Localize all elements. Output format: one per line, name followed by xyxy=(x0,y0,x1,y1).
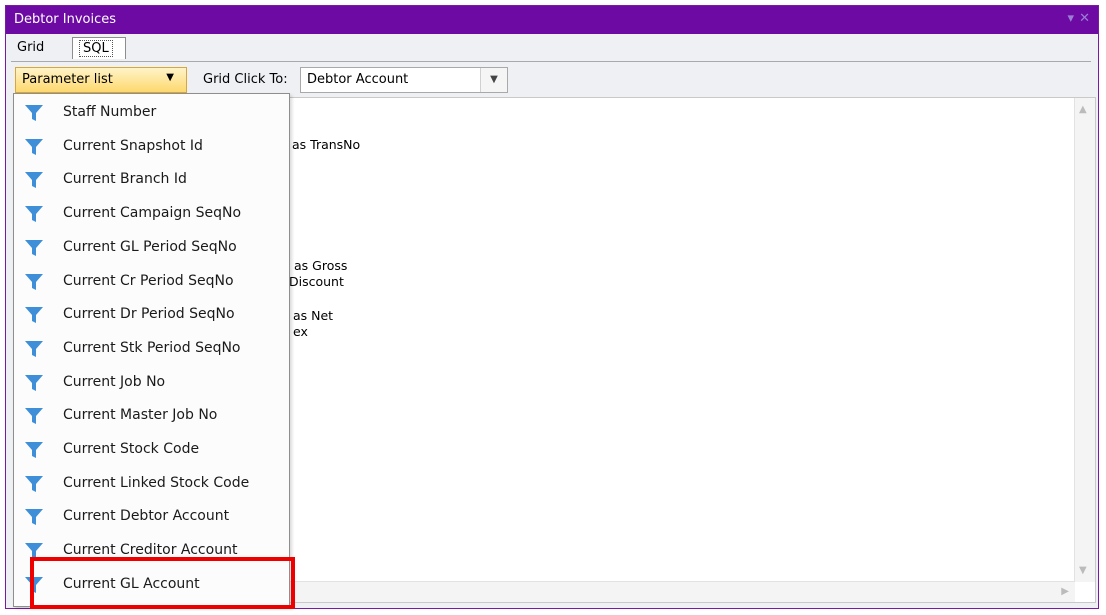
filter-icon xyxy=(25,105,43,121)
parameter-list-item-label: Current Campaign SeqNo xyxy=(63,205,242,222)
filter-icon xyxy=(25,442,43,458)
tab-sql[interactable]: SQL xyxy=(72,37,126,59)
parameter-list-item[interactable]: Current Campaign SeqNo xyxy=(14,196,289,230)
filter-icon xyxy=(25,340,43,357)
chevron-down-icon[interactable]: ▼ xyxy=(480,68,507,92)
filter-icon xyxy=(25,509,43,526)
parameter-list-item[interactable]: Staff Number xyxy=(14,95,289,129)
pin-dropdown-icon[interactable]: ▾ xyxy=(1067,11,1074,26)
parameter-list-item-label: Current Stock Code xyxy=(63,441,200,457)
sql-fragment: Discount xyxy=(289,274,344,289)
scroll-right-icon[interactable]: ▶ xyxy=(1061,586,1069,597)
parameter-list-dropdown: Staff Number Current Snapshot Id Current B… xyxy=(13,93,290,607)
parameter-list-item[interactable]: Current Master Job No xyxy=(14,398,289,432)
parameter-list-item[interactable]: Current GL Period SeqNo xyxy=(14,230,289,264)
vertical-scrollbar[interactable]: ▲ ▼ xyxy=(1074,98,1095,582)
parameter-list-item[interactable]: Current Stock Code xyxy=(14,432,289,466)
parameter-list-item-label: Current GL Period SeqNo xyxy=(63,238,237,255)
chevron-down-icon: ▼ xyxy=(166,72,174,83)
parameter-list-item[interactable]: Current Stk Period SeqNo xyxy=(14,331,289,365)
filter-icon xyxy=(25,475,43,492)
parameter-list-item[interactable]: Current Debtor Account xyxy=(14,499,289,533)
parameter-list-item-label: Current Snapshot Id xyxy=(63,137,203,154)
sql-fragment: ex xyxy=(293,324,308,339)
filter-icon xyxy=(25,408,43,425)
filter-icon xyxy=(25,138,43,155)
window-titlebar[interactable]: Debtor Invoices ▾ ✕ xyxy=(6,6,1098,34)
tab-sql-label: SQL xyxy=(79,40,113,57)
sql-fragment: as TransNo xyxy=(292,137,361,152)
grid-click-value: Debtor Account xyxy=(307,72,409,87)
filter-icon xyxy=(25,172,43,189)
parameter-list-item-label: Current Stk Period SeqNo xyxy=(63,339,241,356)
filter-icon xyxy=(25,374,43,391)
parameter-list-item[interactable]: Current Branch Id xyxy=(14,162,289,196)
parameter-list-item-label: Current Dr Period SeqNo xyxy=(63,306,235,323)
parameter-list-item[interactable]: Current Cr Period SeqNo xyxy=(14,264,289,298)
window-title: Debtor Invoices xyxy=(14,12,117,27)
filter-icon xyxy=(25,307,43,324)
parameter-list-item-label: Current Branch Id xyxy=(63,171,187,188)
parameter-list-item-label: Current Cr Period SeqNo xyxy=(63,272,234,289)
parameter-list-item[interactable]: Current Job No xyxy=(14,365,289,399)
parameter-list-item-label: Current Linked Stock Code xyxy=(63,474,250,491)
parameter-list-item-label: Current Creditor Account xyxy=(63,542,238,559)
parameter-list-item-label: Current Master Job No xyxy=(63,407,218,424)
tab-grid[interactable]: Grid xyxy=(11,37,53,59)
parameter-list-label: Parameter list xyxy=(22,72,113,87)
scroll-up-icon[interactable]: ▲ xyxy=(1079,104,1087,115)
scroll-down-icon[interactable]: ▼ xyxy=(1079,565,1087,576)
parameter-list-item[interactable]: Current Snapshot Id xyxy=(14,129,289,163)
parameter-list-item[interactable]: Current Linked Stock Code xyxy=(14,466,289,500)
sql-fragment: as Gross xyxy=(294,258,348,273)
filter-icon xyxy=(25,206,43,223)
tab-divider xyxy=(11,61,1091,62)
close-icon[interactable]: ✕ xyxy=(1079,11,1090,26)
grid-click-label: Grid Click To: xyxy=(203,72,288,87)
parameter-list-item[interactable]: Current Dr Period SeqNo xyxy=(14,297,289,331)
grid-click-select[interactable]: Debtor Account ▼ xyxy=(300,67,508,93)
parameter-list-item-label: Current Debtor Account xyxy=(63,508,230,525)
parameter-list-item-label: Current Job No xyxy=(63,373,166,390)
parameter-list-item-label: Staff Number xyxy=(63,104,157,120)
toolbar: Parameter list ▼ Grid Click To: Debtor A… xyxy=(11,64,1091,96)
sql-fragment: as Net xyxy=(293,308,334,323)
filter-icon xyxy=(25,273,43,290)
filter-icon xyxy=(25,239,43,256)
parameter-list-button[interactable]: Parameter list ▼ xyxy=(15,67,187,93)
highlight-box xyxy=(30,557,295,609)
